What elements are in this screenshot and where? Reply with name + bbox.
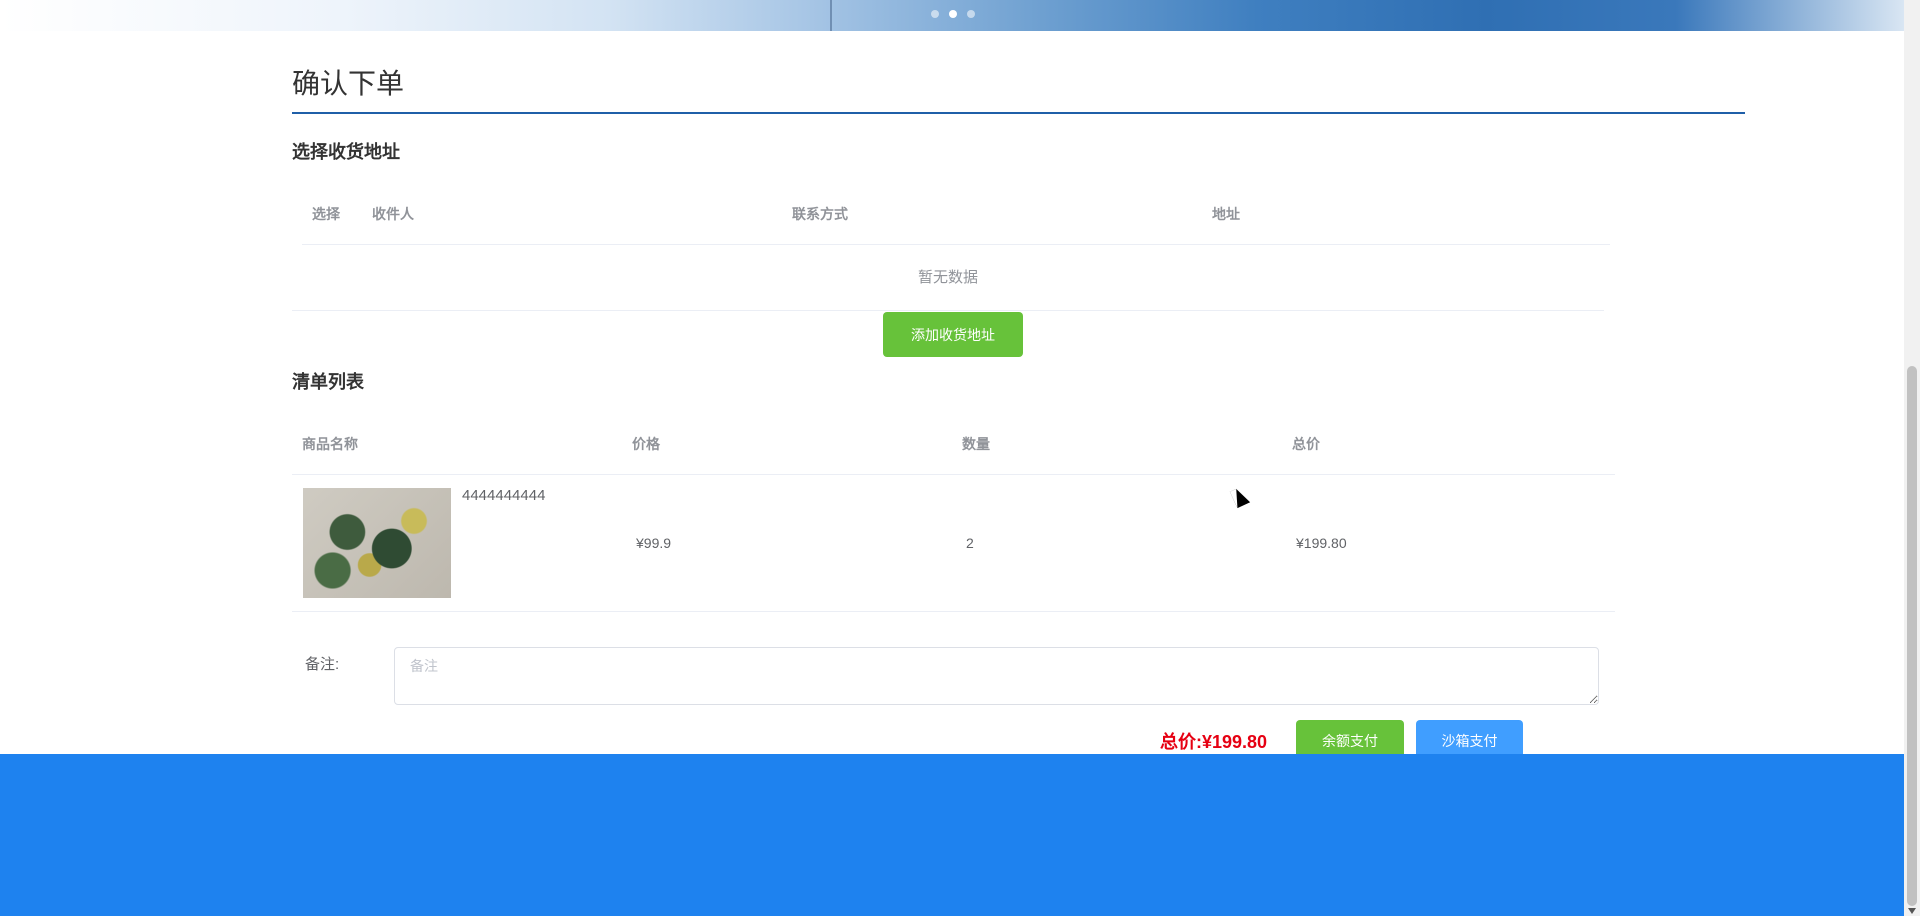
remark-label: 备注:: [305, 656, 340, 673]
address-empty-text: 暂无数据: [292, 245, 1604, 311]
goods-section-title: 清单列表: [292, 372, 364, 392]
address-table: 选择 收件人 联系方式 地址: [302, 184, 1610, 245]
carousel-indicators: [931, 10, 975, 18]
carousel-dot-1[interactable]: [931, 10, 939, 18]
goods-table-header: 商品名称 价格 数量 总价: [292, 414, 1615, 475]
column-goods-name: 商品名称: [292, 414, 622, 475]
column-contact: 联系方式: [782, 184, 1202, 245]
carousel-dot-3[interactable]: [967, 10, 975, 18]
address-table-header: 选择 收件人 联系方式 地址: [302, 184, 1610, 245]
address-section-title: 选择收货地址: [292, 142, 400, 162]
product-price: ¥99.9: [622, 474, 952, 612]
order-total: 总价:¥199.80: [1160, 728, 1267, 754]
goods-table: 商品名称 价格 数量 总价 4444444444 ¥99.9 2 ¥199.80: [292, 414, 1615, 612]
column-subtotal: 总价: [1282, 414, 1615, 475]
remark-input[interactable]: [394, 647, 1599, 705]
column-quantity: 数量: [952, 414, 1282, 475]
column-receiver: 收件人: [362, 184, 782, 245]
add-address-button[interactable]: 添加收货地址: [883, 312, 1023, 357]
column-address: 地址: [1202, 184, 1610, 245]
carousel-banner: [0, 0, 1904, 31]
scrollbar-thumb[interactable]: [1907, 366, 1917, 906]
vertical-scrollbar[interactable]: [1904, 0, 1920, 916]
scroll-down-arrow-icon[interactable]: [1908, 908, 1916, 914]
column-price: 价格: [622, 414, 952, 475]
product-name: 4444444444: [462, 486, 546, 504]
page-footer: [0, 754, 1904, 916]
banner-decoration: [830, 0, 832, 31]
total-value: ¥199.80: [1202, 732, 1268, 752]
carousel-dot-2[interactable]: [949, 10, 957, 18]
product-subtotal: ¥199.80: [1282, 474, 1615, 612]
table-row: 4444444444 ¥99.9 2 ¥199.80: [292, 474, 1615, 612]
page-title: 确认下单: [292, 31, 1745, 114]
total-label: 总价:: [1160, 732, 1202, 752]
product-image: [303, 487, 451, 598]
goods-name-cell: 4444444444: [292, 474, 622, 612]
order-confirm-main: 确认下单 选择收货地址 选择 收件人 联系方式 地址 暂无数据 添加收货地址 清…: [292, 31, 1745, 762]
column-select: 选择: [302, 184, 362, 245]
